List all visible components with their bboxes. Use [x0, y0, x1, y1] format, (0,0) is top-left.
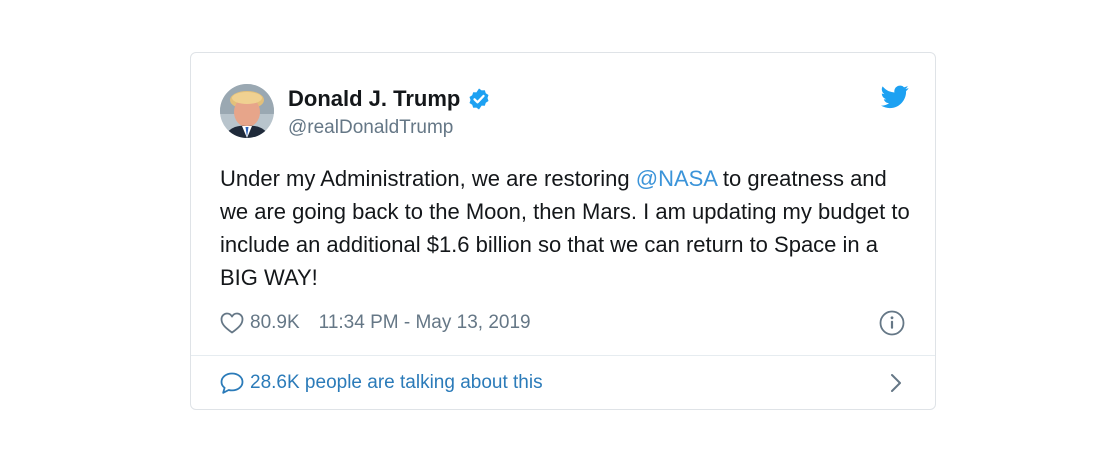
tweet-text: Under my Administration, we are restorin… — [220, 162, 920, 294]
mention-link[interactable]: @NASA — [636, 166, 717, 191]
speech-bubble-icon — [220, 372, 244, 394]
conversation-link[interactable]: 28.6K people are talking about this — [220, 370, 905, 396]
timestamp[interactable]: 11:34 PM - May 13, 2019 — [319, 312, 531, 334]
author-names: Donald J. Trump @realDonaldTrump — [288, 85, 491, 139]
info-icon[interactable] — [879, 310, 905, 336]
display-name-row: Donald J. Trump — [288, 85, 491, 113]
divider — [191, 355, 935, 356]
heart-icon[interactable] — [220, 312, 244, 334]
conversation-label: 28.6K people are talking about this — [250, 372, 543, 393]
embedded-tweet-card: Donald J. Trump @realDonaldTrump Under m… — [190, 52, 936, 410]
display-name[interactable]: Donald J. Trump — [288, 86, 460, 112]
handle[interactable]: @realDonaldTrump — [288, 117, 491, 139]
avatar[interactable] — [220, 84, 274, 138]
like-count[interactable]: 80.9K — [250, 312, 300, 334]
verified-badge-icon — [467, 87, 491, 111]
tweet-text-start: Under my Administration, we are restorin… — [220, 166, 636, 191]
twitter-bird-icon[interactable] — [881, 85, 909, 109]
tweet-header: Donald J. Trump @realDonaldTrump — [220, 83, 909, 143]
tweet-meta-row: 80.9K 11:34 PM - May 13, 2019 — [220, 310, 905, 336]
chevron-right-icon — [887, 372, 905, 394]
